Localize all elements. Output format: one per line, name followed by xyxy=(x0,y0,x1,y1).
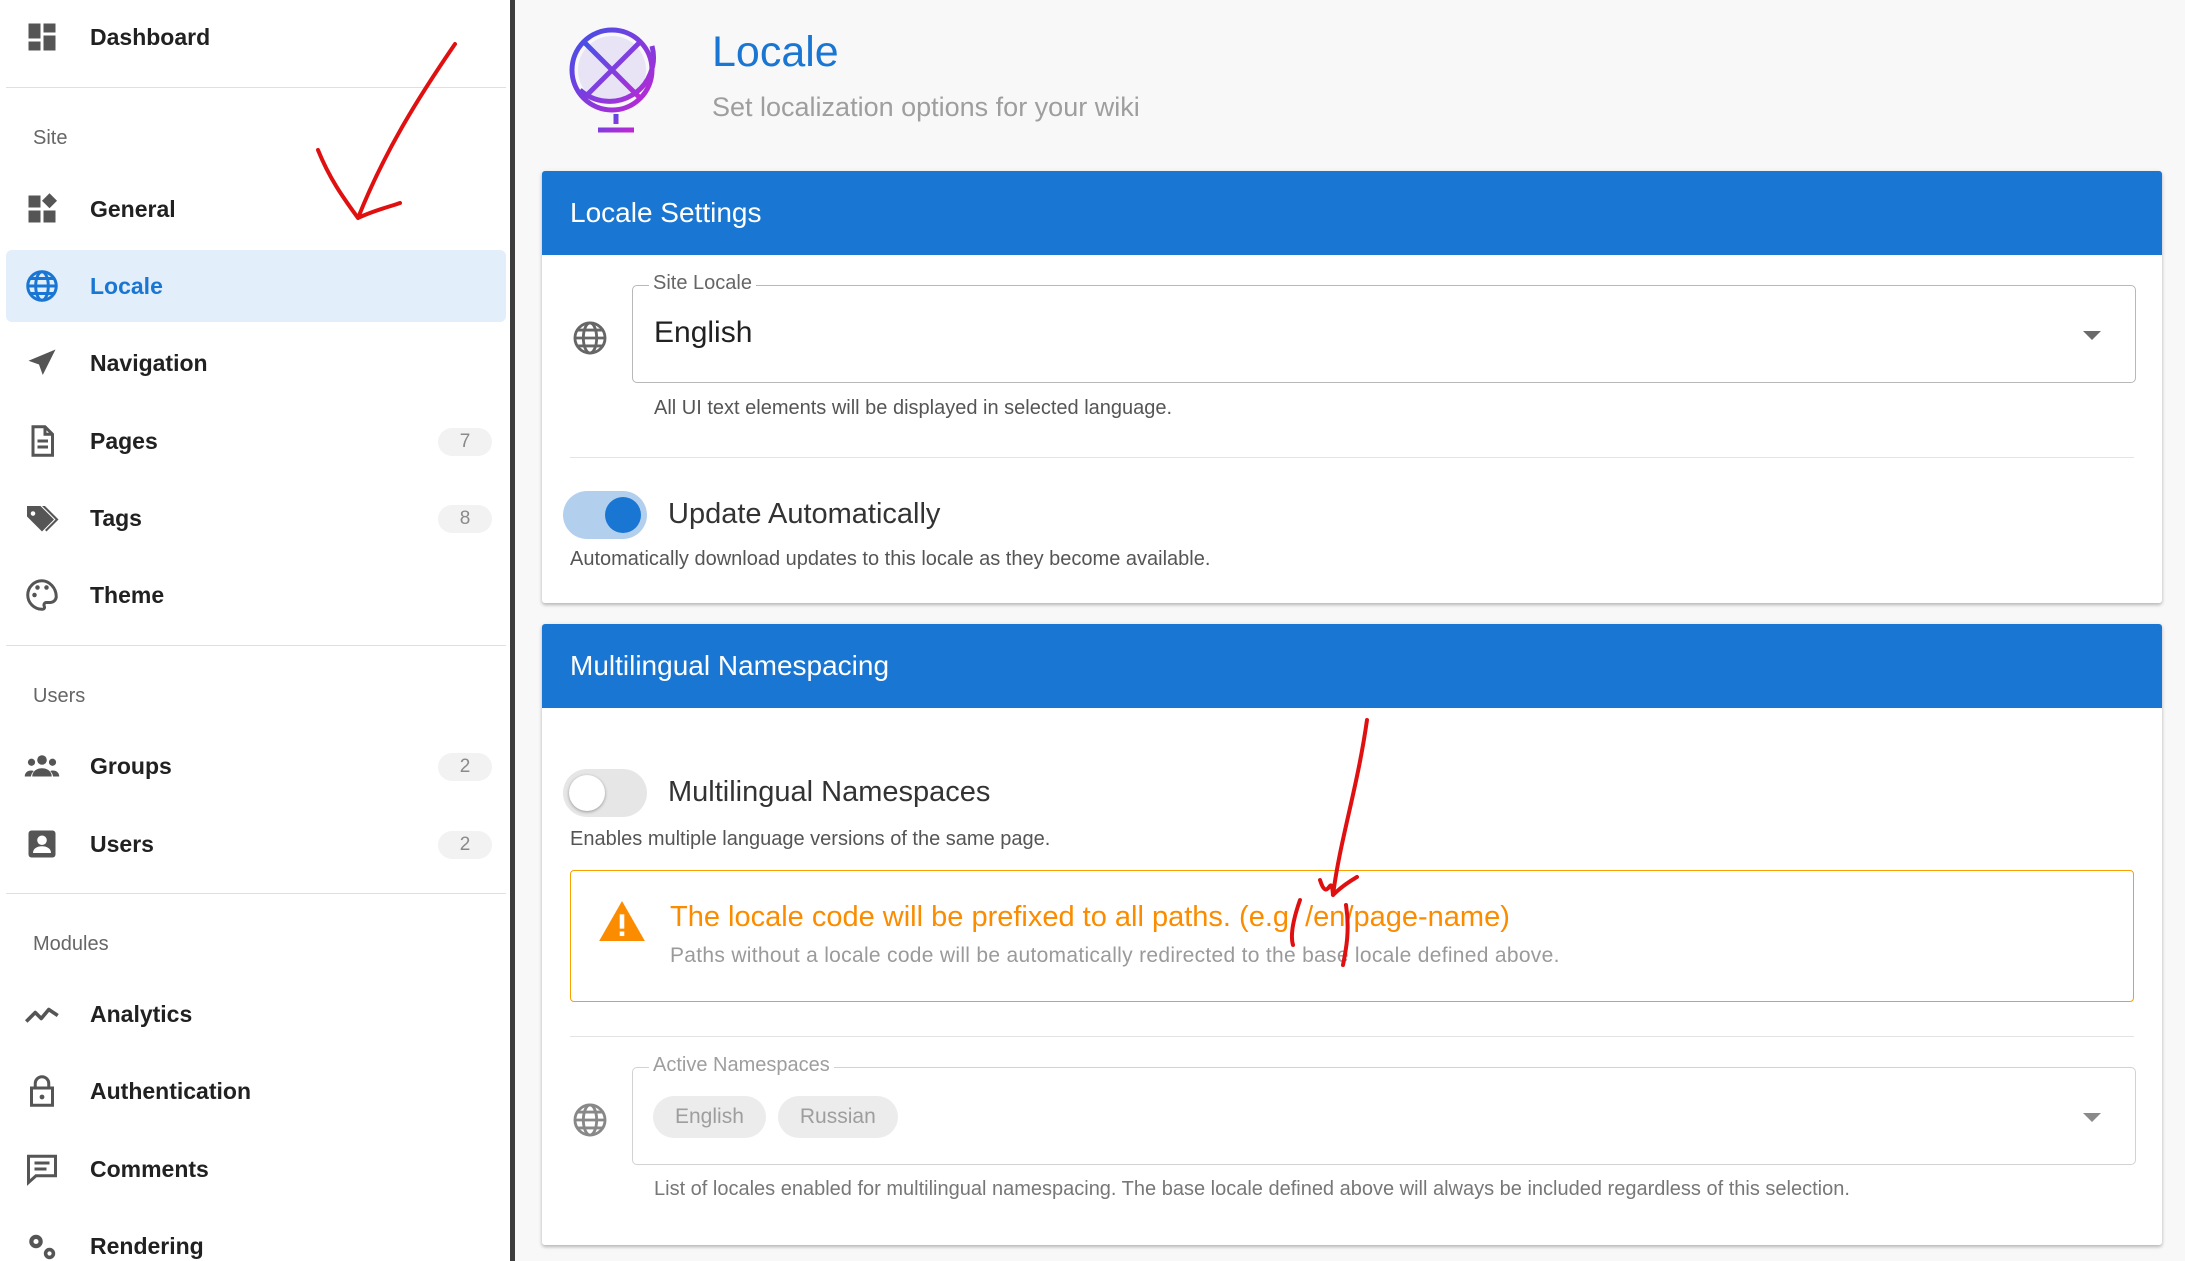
locale-prefix-warning: The locale code will be prefixed to all … xyxy=(570,870,2134,1002)
namespace-chip-english[interactable]: English xyxy=(653,1096,766,1138)
site-locale-value: English xyxy=(654,316,753,349)
sidebar-item-label: Analytics xyxy=(90,1000,193,1027)
lock-icon xyxy=(30,1075,54,1107)
chevron-down-icon xyxy=(2083,1113,2101,1122)
sidebar-item-label: Comments xyxy=(90,1155,209,1182)
sidebar-divider xyxy=(6,87,506,88)
sidebar-item-label: Locale xyxy=(90,272,163,299)
sidebar-item-users[interactable]: Users 2 xyxy=(6,808,506,880)
sidebar-divider xyxy=(6,645,506,646)
locale-settings-card: Locale Settings Site Locale English All … xyxy=(542,171,2162,603)
namespacing-card: Multilingual Namespacing Multilingual Na… xyxy=(542,624,2162,1245)
sidebar-item-general[interactable]: General xyxy=(6,173,506,245)
palette-icon xyxy=(26,579,58,611)
page-icon xyxy=(31,425,54,457)
namespacing-title: Multilingual Namespacing xyxy=(542,624,2162,708)
sidebar-item-comments[interactable]: Comments xyxy=(6,1133,506,1205)
multilingual-namespaces-label: Multilingual Namespaces xyxy=(668,776,991,808)
sidebar-item-label: Navigation xyxy=(90,349,208,376)
site-locale-label: Site Locale xyxy=(649,272,756,295)
sidebar-item-dashboard[interactable]: Dashboard xyxy=(6,1,506,73)
users-count-badge: 2 xyxy=(438,831,492,859)
sidebar-divider xyxy=(6,893,506,894)
warning-subtitle: Paths without a locale code will be auto… xyxy=(670,944,1560,967)
sidebar-item-label: Users xyxy=(90,830,154,857)
tags-count-badge: 8 xyxy=(438,505,492,533)
multilingual-namespaces-hint: Enables multiple language versions of th… xyxy=(570,828,1051,850)
globe-icon xyxy=(26,270,58,302)
section-label-site: Site xyxy=(33,127,68,149)
sidebar-item-authentication[interactable]: Authentication xyxy=(6,1055,506,1127)
update-automatically-toggle[interactable] xyxy=(563,491,647,539)
sidebar-item-pages[interactable]: Pages 7 xyxy=(6,405,506,477)
groups-count-badge: 2 xyxy=(438,753,492,781)
site-locale-select[interactable]: Site Locale English xyxy=(632,272,2136,383)
main-content: Locale Set localization options for your… xyxy=(515,0,2185,1261)
sidebar-item-analytics[interactable]: Analytics xyxy=(6,978,506,1050)
site-locale-hint: All UI text elements will be displayed i… xyxy=(654,397,1173,419)
dashboard-icon xyxy=(28,23,56,51)
sidebar-item-label: General xyxy=(90,195,176,222)
warning-title: The locale code will be prefixed to all … xyxy=(670,901,1510,933)
globe-icon xyxy=(573,321,607,355)
locale-settings-title: Locale Settings xyxy=(542,171,2162,255)
update-automatically-label: Update Automatically xyxy=(668,498,941,530)
gears-icon xyxy=(29,1234,56,1260)
active-namespaces-label: Active Namespaces xyxy=(649,1054,834,1077)
globe-stand-icon xyxy=(569,27,656,133)
sidebar-item-label: Pages xyxy=(90,427,158,454)
sidebar-item-label: Rendering xyxy=(90,1232,204,1259)
namespace-chip-russian[interactable]: Russian xyxy=(777,1096,898,1138)
analytics-icon xyxy=(24,1007,59,1023)
sidebar-item-label: Dashboard xyxy=(90,23,211,50)
multilingual-namespaces-toggle[interactable] xyxy=(563,769,647,817)
user-account-icon xyxy=(28,830,56,858)
page-title: Locale xyxy=(712,28,839,76)
sidebar-item-groups[interactable]: Groups 2 xyxy=(6,730,506,802)
sidebar-item-theme[interactable]: Theme xyxy=(6,559,506,631)
toggle-thumb xyxy=(605,497,641,533)
active-namespaces-hint: List of locales enabled for multilingual… xyxy=(654,1178,1850,1200)
page-subtitle: Set localization options for your wiki xyxy=(712,92,1140,122)
sidebar-item-navigation[interactable]: Navigation xyxy=(6,327,506,399)
card-divider xyxy=(570,457,2134,458)
groups-icon xyxy=(24,755,60,777)
globe-icon xyxy=(573,1103,607,1137)
sidebar-item-label: Authentication xyxy=(90,1077,251,1104)
toggle-thumb xyxy=(569,775,605,811)
sidebar-item-rendering[interactable]: Rendering xyxy=(6,1210,506,1261)
sidebar-item-locale[interactable]: Locale xyxy=(6,250,506,322)
sidebar-item-label: Tags xyxy=(90,504,142,531)
section-label-users: Users xyxy=(33,685,86,707)
update-automatically-hint: Automatically download updates to this l… xyxy=(570,548,1211,570)
warning-icon xyxy=(599,901,645,941)
chevron-down-icon xyxy=(2083,331,2101,340)
sidebar-item-tags[interactable]: Tags 8 xyxy=(6,482,506,554)
section-label-modules: Modules xyxy=(33,933,109,955)
pages-count-badge: 7 xyxy=(438,428,492,456)
sidebar: Dashboard Site General Locale Navigation… xyxy=(0,0,510,1261)
widgets-icon xyxy=(28,193,57,223)
active-namespaces-chips: English Russian xyxy=(653,1096,910,1138)
navigation-arrow-icon xyxy=(28,349,56,375)
card-divider xyxy=(570,1036,2134,1037)
comment-icon xyxy=(27,1154,57,1186)
active-namespaces-select[interactable]: Active Namespaces English Russian xyxy=(632,1054,2136,1165)
sidebar-item-label: Groups xyxy=(90,752,172,779)
sidebar-item-label: Theme xyxy=(90,581,165,608)
tags-icon xyxy=(27,506,59,532)
